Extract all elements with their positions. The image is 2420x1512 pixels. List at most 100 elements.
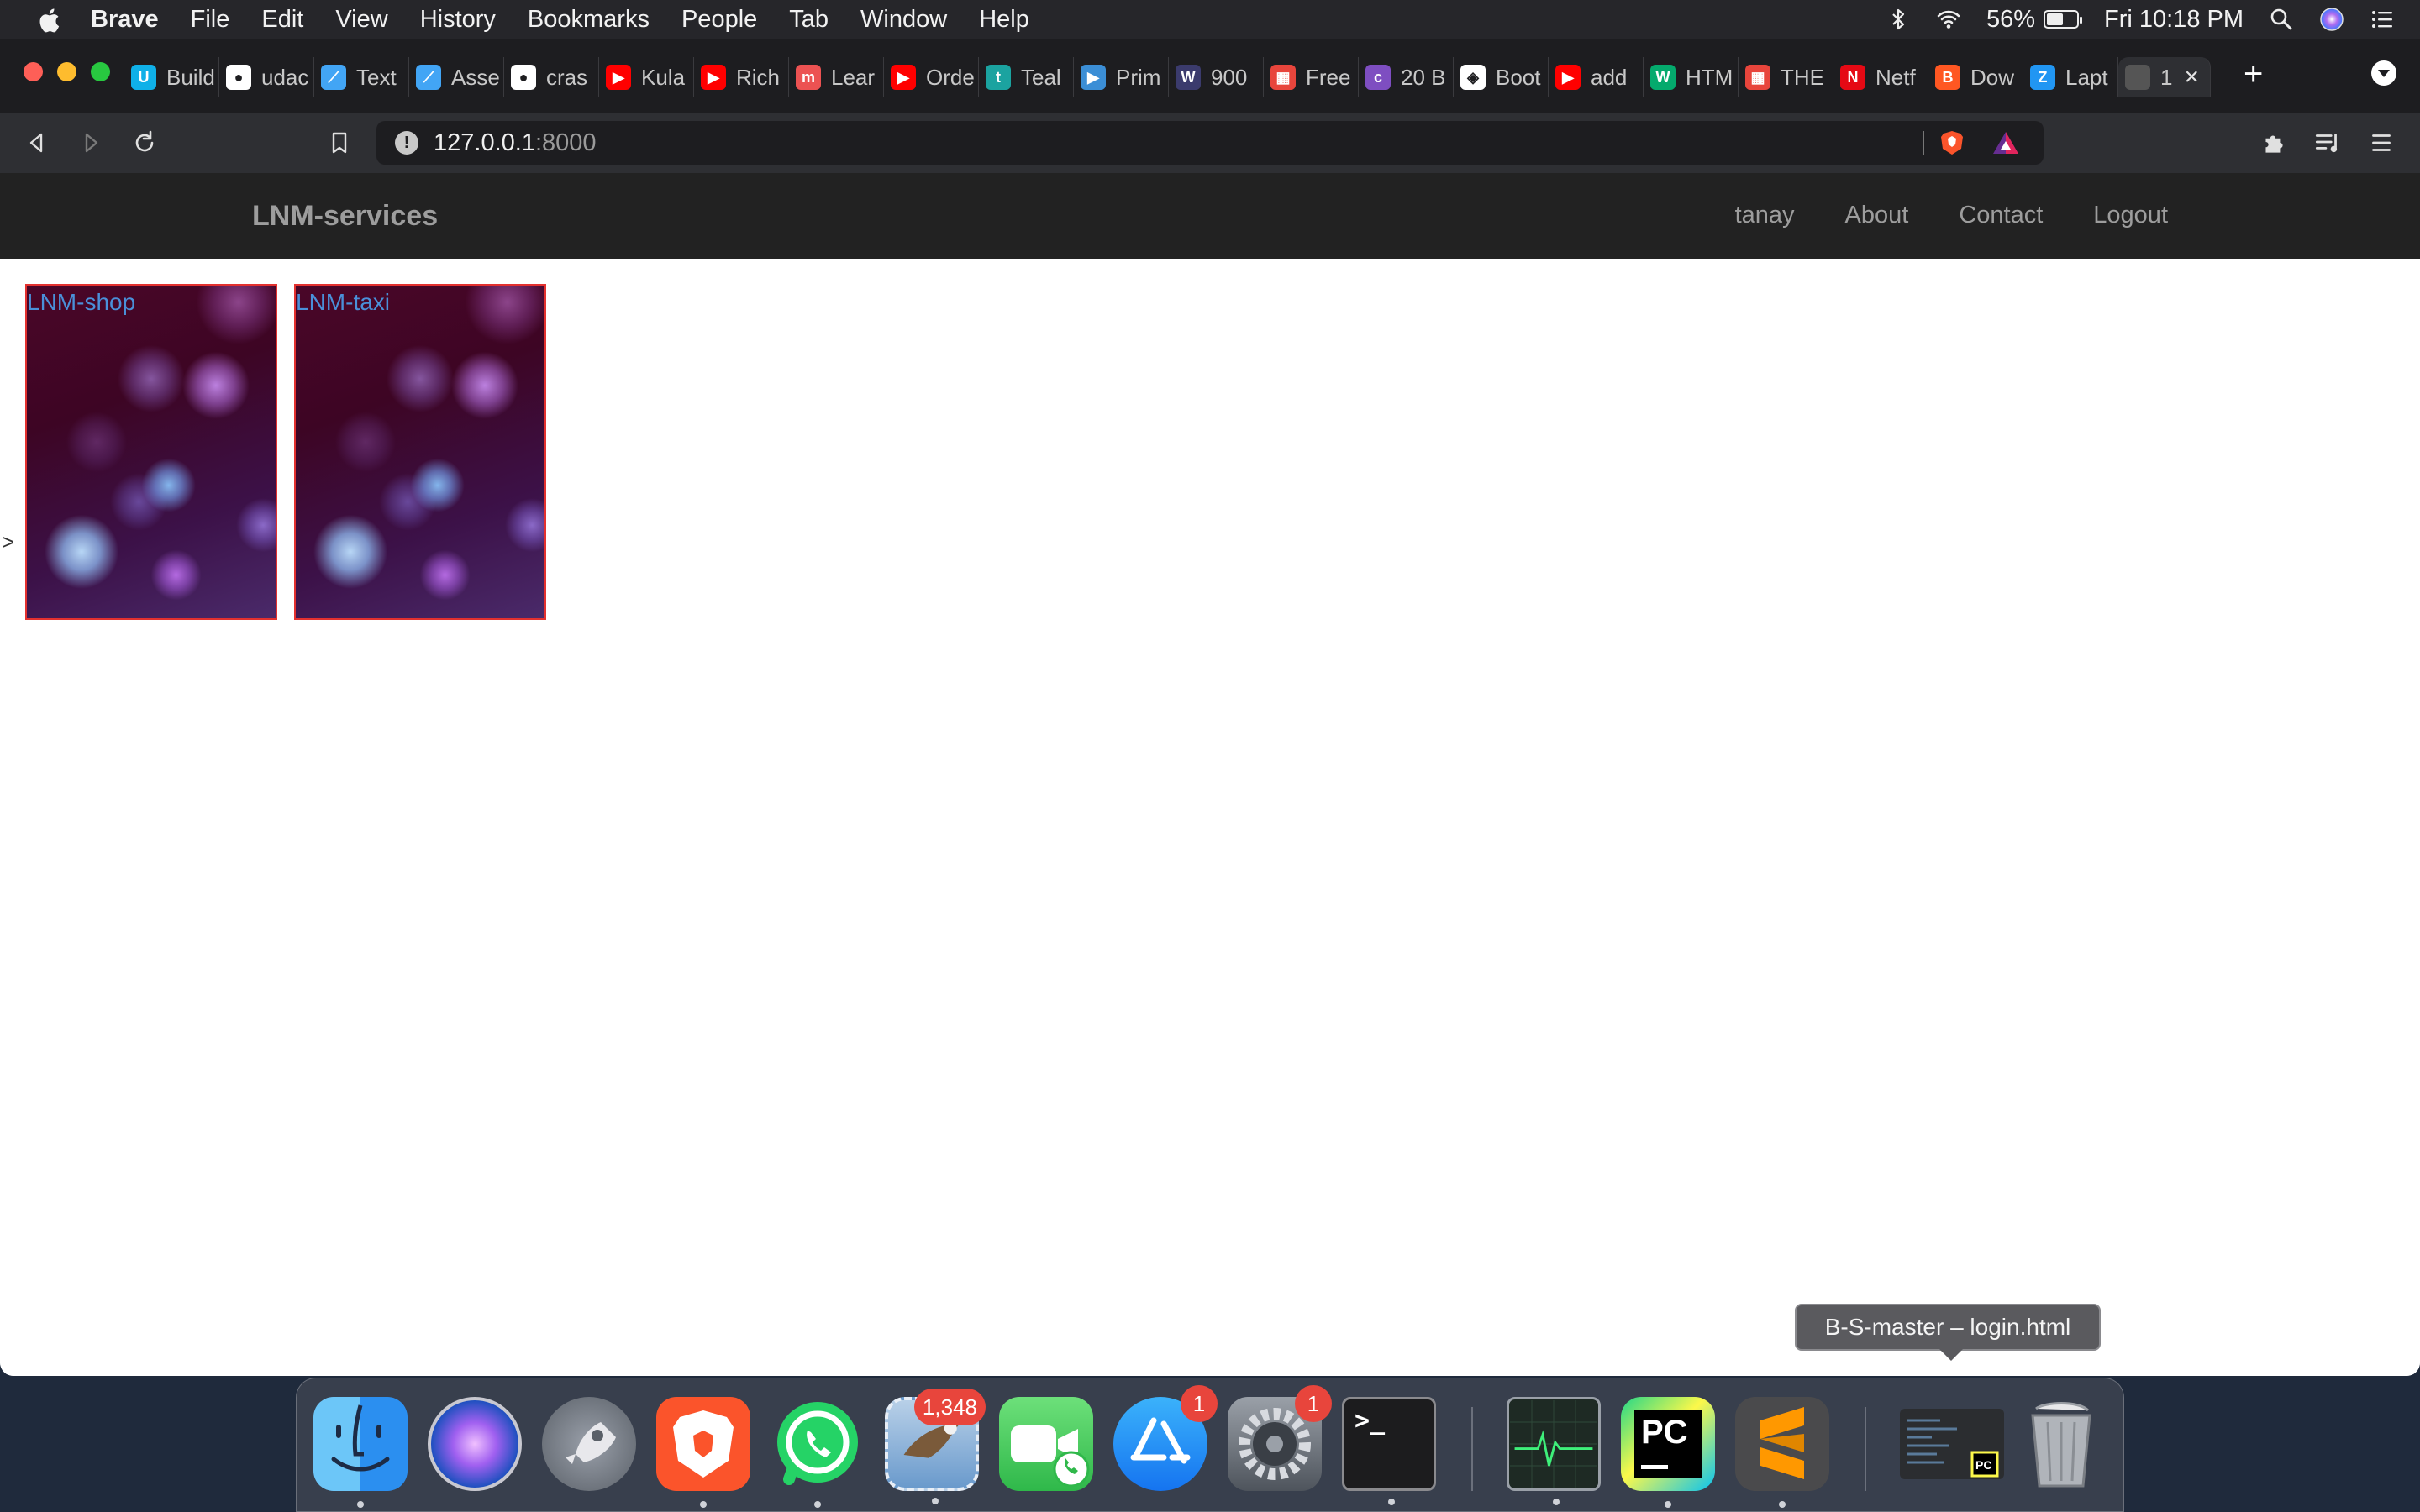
menu-edit[interactable]: Edit bbox=[261, 6, 303, 34]
browser-tab[interactable]: U Build bbox=[124, 57, 219, 97]
browser-tab[interactable]: ▦ Free bbox=[1264, 57, 1359, 97]
browser-tab[interactable]: ▶ add bbox=[1549, 57, 1644, 97]
menu-help[interactable]: Help bbox=[979, 6, 1029, 34]
dock-app-launchpad[interactable] bbox=[542, 1397, 636, 1491]
zoom-window-button[interactable] bbox=[91, 62, 110, 81]
service-card-taxi[interactable]: LNM-taxi bbox=[294, 284, 546, 620]
mail-badge: 1,348 bbox=[913, 1389, 986, 1425]
dock-app-trash[interactable] bbox=[2014, 1397, 2108, 1491]
apple-menu-icon[interactable] bbox=[35, 6, 60, 33]
browser-tab[interactable]: ⟋ Text bbox=[314, 57, 409, 97]
menu-view[interactable]: View bbox=[335, 6, 387, 34]
dock-separator bbox=[1865, 1407, 1866, 1491]
dock-app-siri[interactable] bbox=[428, 1397, 522, 1491]
back-button[interactable] bbox=[22, 128, 52, 158]
minimize-window-button[interactable] bbox=[57, 62, 76, 81]
menu-app-name[interactable]: Brave bbox=[91, 6, 159, 34]
grid-icon: ▦ bbox=[1745, 65, 1770, 90]
youtube-icon: ▶ bbox=[891, 65, 916, 90]
dock-app-activity-monitor[interactable] bbox=[1507, 1397, 1601, 1505]
service-card-title[interactable]: LNM-shop bbox=[27, 289, 135, 316]
close-tab-icon[interactable]: × bbox=[2184, 63, 2199, 92]
brave-rewards-icon[interactable] bbox=[1991, 129, 2020, 156]
nav-link-contact[interactable]: Contact bbox=[1959, 202, 2043, 229]
dock-app-app-store[interactable]: 1 bbox=[1113, 1385, 1218, 1491]
browser-tab[interactable]: m Lear bbox=[789, 57, 884, 97]
browser-tab[interactable]: ▦ THE bbox=[1739, 57, 1833, 97]
extensions-icon[interactable] bbox=[2259, 128, 2289, 158]
forward-button[interactable] bbox=[76, 128, 106, 158]
address-bar[interactable]: ! 127.0.0.1 :8000 bbox=[376, 121, 2044, 165]
media-playlist-icon[interactable] bbox=[2312, 128, 2343, 158]
menu-history[interactable]: History bbox=[420, 6, 496, 34]
browser-tab[interactable]: N Netf bbox=[1833, 57, 1928, 97]
browser-tab[interactable]: ▶ Orde bbox=[884, 57, 979, 97]
menu-tab[interactable]: Tab bbox=[789, 6, 829, 34]
service-card-shop[interactable]: LNM-shop bbox=[25, 284, 277, 620]
dock-app-system-preferences[interactable]: 1 bbox=[1228, 1385, 1332, 1491]
codepen-icon: ◈ bbox=[1460, 65, 1486, 90]
app-store-badge: 1 bbox=[1181, 1385, 1218, 1422]
browser-tab[interactable]: ⟋ Asse bbox=[409, 57, 504, 97]
udemy-icon: m bbox=[796, 65, 821, 90]
dock-separator bbox=[1471, 1407, 1473, 1491]
bluetooth-icon[interactable] bbox=[1886, 7, 1911, 32]
dock-app-pycharm[interactable]: PC bbox=[1621, 1397, 1715, 1508]
browser-tab[interactable]: ▶ Rich bbox=[694, 57, 789, 97]
tab-title: Netf bbox=[1876, 64, 1916, 90]
tab-search-dropdown-icon[interactable] bbox=[2371, 60, 2396, 86]
trash-icon bbox=[2031, 1402, 2091, 1488]
tab-strip: U Build ● udac ⟋ Text ⟋ Asse ● cras ▶ Kula ▶ Rich m Lea… bbox=[124, 54, 2211, 101]
browser-tab[interactable]: ◈ Boot bbox=[1454, 57, 1549, 97]
browser-tab[interactable]: ▶ Prim bbox=[1074, 57, 1169, 97]
menu-bar: Brave File Edit View History Bookmarks P… bbox=[0, 0, 2420, 39]
browser-tab[interactable]: ▶ Kula bbox=[599, 57, 694, 97]
new-tab-button[interactable]: + bbox=[2244, 55, 2263, 93]
youtube-icon: ▶ bbox=[701, 65, 726, 90]
browser-tab-active[interactable]: 1 × bbox=[2118, 57, 2211, 97]
service-card-title[interactable]: LNM-taxi bbox=[296, 289, 390, 316]
browser-tab[interactable]: B Dow bbox=[1928, 57, 2023, 97]
dock-minimized-window[interactable]: PC bbox=[1900, 1409, 2004, 1479]
brave-shields-icon[interactable] bbox=[1939, 129, 1965, 156]
browser-tab[interactable]: c 20 B bbox=[1359, 57, 1454, 97]
dock-app-mail[interactable]: 1,348 bbox=[885, 1389, 986, 1504]
reload-button[interactable] bbox=[129, 128, 160, 158]
browser-tab[interactable]: t Teal bbox=[979, 57, 1074, 97]
menubar-clock[interactable]: Fri 10:18 PM bbox=[2104, 6, 2244, 34]
browser-menu-icon[interactable] bbox=[2366, 128, 2396, 158]
dock-app-finder[interactable] bbox=[313, 1397, 408, 1508]
browser-tab[interactable]: W HTM bbox=[1644, 57, 1739, 97]
browser-tab[interactable]: W 900 bbox=[1169, 57, 1264, 97]
menu-bookmarks[interactable]: Bookmarks bbox=[528, 6, 650, 34]
minimized-window-icon: PC bbox=[1907, 1419, 1999, 1478]
dock-app-brave[interactable] bbox=[656, 1397, 750, 1508]
menu-window[interactable]: Window bbox=[860, 6, 947, 34]
nav-link-user[interactable]: tanay bbox=[1735, 202, 1795, 229]
notification-center-icon[interactable] bbox=[2370, 7, 2395, 32]
tab-title: Build bbox=[166, 64, 215, 90]
close-window-button[interactable] bbox=[24, 62, 43, 81]
menu-people[interactable]: People bbox=[681, 6, 757, 34]
browser-tab[interactable]: Z Lapt bbox=[2023, 57, 2118, 97]
spotlight-search-icon[interactable] bbox=[2269, 7, 2294, 32]
tab-title: Boot bbox=[1496, 64, 1541, 90]
nav-link-about[interactable]: About bbox=[1845, 202, 1909, 229]
battery-status[interactable]: 56% bbox=[1986, 6, 2082, 34]
browser-tab[interactable]: ● udac bbox=[219, 57, 314, 97]
bookmark-icon[interactable] bbox=[324, 128, 355, 158]
menu-file[interactable]: File bbox=[191, 6, 230, 34]
launchpad-icon bbox=[566, 1422, 616, 1464]
dock-app-facetime[interactable] bbox=[999, 1397, 1093, 1491]
tab-title: Lapt bbox=[2065, 64, 2108, 90]
tab-title: Orde bbox=[926, 64, 975, 90]
nav-link-logout[interactable]: Logout bbox=[2093, 202, 2168, 229]
site-info-icon[interactable]: ! bbox=[395, 131, 418, 155]
dock-app-terminal[interactable]: >_ bbox=[1342, 1397, 1436, 1505]
site-brand-link[interactable]: LNM-services bbox=[252, 200, 438, 233]
wifi-icon[interactable] bbox=[1936, 7, 1961, 32]
dock-app-sublime-text[interactable] bbox=[1735, 1397, 1829, 1508]
siri-icon[interactable] bbox=[2319, 7, 2344, 32]
dock-app-whatsapp[interactable] bbox=[771, 1397, 865, 1508]
browser-tab[interactable]: ● cras bbox=[504, 57, 599, 97]
